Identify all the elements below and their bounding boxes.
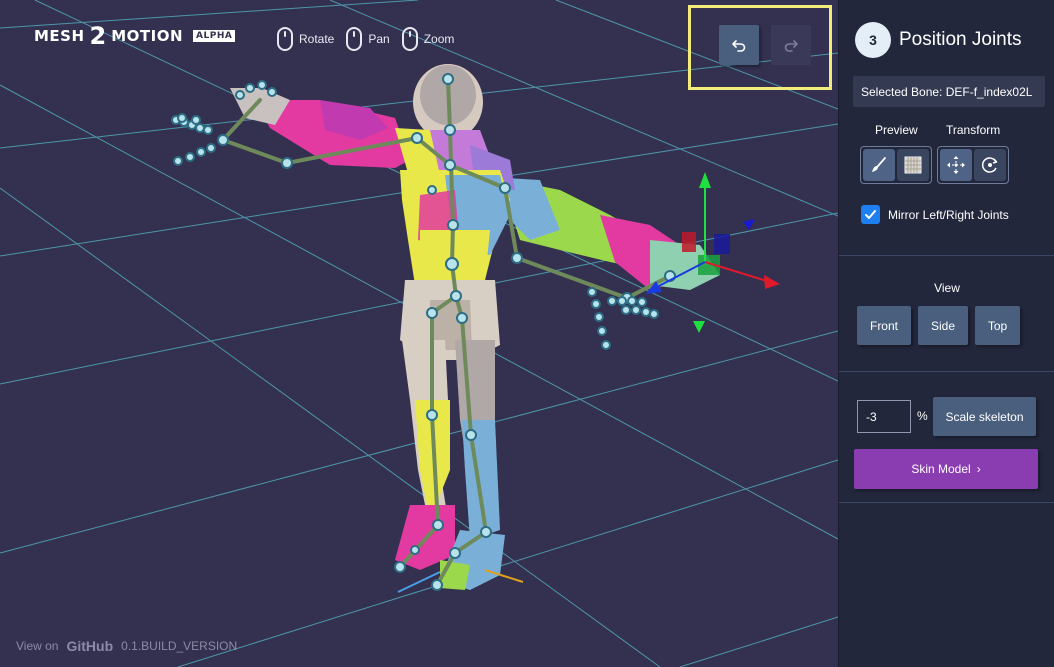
gizmo-y-cone-low xyxy=(693,321,705,333)
joint-knee-l xyxy=(426,409,438,421)
percent-sign: % xyxy=(917,409,928,423)
undo-icon xyxy=(732,40,746,52)
view-front-button[interactable]: Front xyxy=(857,306,911,345)
joint-elbow-l xyxy=(281,157,293,169)
3d-viewport[interactable]: MESH 2 MOTION ALPHA Rotate Pan Zoom View… xyxy=(0,0,838,667)
mouse-controls-hint: Rotate Pan Zoom xyxy=(277,27,454,51)
tools-panel: 3 Position Joints Selected Bone: DEF-f_i… xyxy=(838,0,1054,667)
joint-heel-r xyxy=(449,547,461,559)
step-header: 3 Position Joints xyxy=(855,22,1022,58)
undo-button[interactable] xyxy=(719,25,759,65)
chevron-right-icon: › xyxy=(976,462,981,476)
rotate-icon xyxy=(981,157,998,173)
joint-knee-r xyxy=(465,429,477,441)
gizmo-y-arrow xyxy=(699,172,711,188)
joint-toe-l xyxy=(394,561,406,573)
view-side-button[interactable]: Side xyxy=(918,306,968,345)
gizmo-z-cone-far xyxy=(743,219,755,230)
logo-number: 2 xyxy=(89,22,107,50)
divider xyxy=(839,502,1054,503)
joint-spine xyxy=(447,219,459,231)
history-highlight xyxy=(688,5,832,90)
mouse-wheel-icon xyxy=(401,27,418,51)
scale-skeleton-button[interactable]: Scale skeleton xyxy=(933,397,1036,436)
hint-pan-label: Pan xyxy=(368,32,390,46)
mirror-joints-label: Mirror Left/Right Joints xyxy=(888,207,1009,222)
preview-toggle-group xyxy=(860,146,932,184)
transform-label: Transform xyxy=(946,123,1001,137)
joint-thigh-l xyxy=(426,307,438,319)
joint-spine-low xyxy=(445,257,459,271)
transform-toggle-group xyxy=(937,146,1009,184)
hint-zoom: Zoom xyxy=(401,27,455,51)
redo-icon xyxy=(784,40,798,52)
github-link[interactable]: GitHub xyxy=(66,638,113,654)
transform-move-button[interactable] xyxy=(940,149,972,181)
scene-canvas[interactable] xyxy=(0,0,838,667)
preview-paint-button[interactable] xyxy=(863,149,895,181)
joint-ankle-r xyxy=(480,526,492,538)
mouse-middle-icon xyxy=(346,27,363,51)
character-mesh[interactable] xyxy=(230,64,720,590)
hint-zoom-label: Zoom xyxy=(423,32,455,46)
joint-head-top xyxy=(442,73,454,85)
joint-breast-l xyxy=(427,185,437,195)
texture-icon xyxy=(904,156,922,174)
step-number-badge: 3 xyxy=(855,22,891,58)
app-logo: MESH 2 MOTION ALPHA xyxy=(34,22,236,50)
transform-rotate-button[interactable] xyxy=(974,149,1006,181)
joint-chest xyxy=(444,159,456,171)
selected-bone-display: Selected Bone: DEF-f_index02L xyxy=(853,76,1045,107)
joint-wrist-l xyxy=(217,134,229,146)
hint-rotate: Rotate xyxy=(277,27,334,51)
view-top-button[interactable]: Top xyxy=(975,306,1020,345)
redo-button[interactable] xyxy=(771,25,811,65)
view-on-text: View on xyxy=(16,639,59,653)
hint-rotate-label: Rotate xyxy=(299,32,335,46)
joint-thigh-r xyxy=(456,312,468,324)
skin-model-label: Skin Model xyxy=(911,462,971,476)
view-label: View xyxy=(934,281,960,295)
brush-icon xyxy=(872,157,886,172)
preview-texture-button[interactable] xyxy=(897,149,929,181)
joint-toe-r xyxy=(431,579,443,591)
gizmo-x-arrow xyxy=(764,275,780,289)
mirror-joints-option[interactable]: Mirror Left/Right Joints xyxy=(861,205,1009,224)
step-title: Position Joints xyxy=(899,29,1022,50)
move-icon xyxy=(947,156,965,174)
divider xyxy=(839,255,1054,256)
logo-word-motion: MOTION xyxy=(111,27,184,45)
logo-word-mesh: MESH xyxy=(34,27,85,45)
hint-pan: Pan xyxy=(346,27,390,51)
joint-shoulder-r xyxy=(499,182,511,194)
gizmo-yz-plane xyxy=(714,234,730,254)
footer: View on GitHub 0.1.BUILD_VERSION xyxy=(16,638,237,654)
gizmo-xy-plane xyxy=(682,232,696,252)
preview-label: Preview xyxy=(875,123,918,137)
joint-neck xyxy=(444,124,456,136)
joint-ankle-l xyxy=(432,519,444,531)
joint-shoulder-l xyxy=(411,132,423,144)
joint-heel-l xyxy=(410,545,420,555)
joint-hips xyxy=(450,290,462,302)
mouse-left-icon xyxy=(277,27,293,51)
scale-percent-input[interactable] xyxy=(857,400,911,433)
alpha-badge: ALPHA xyxy=(193,30,236,42)
joint-elbow-r xyxy=(511,252,523,264)
mirror-joints-checkbox[interactable] xyxy=(861,205,880,224)
skin-model-button[interactable]: Skin Model › xyxy=(854,449,1038,489)
version-text: 0.1.BUILD_VERSION xyxy=(121,639,238,653)
divider xyxy=(839,371,1054,372)
checkmark-icon xyxy=(865,210,876,219)
